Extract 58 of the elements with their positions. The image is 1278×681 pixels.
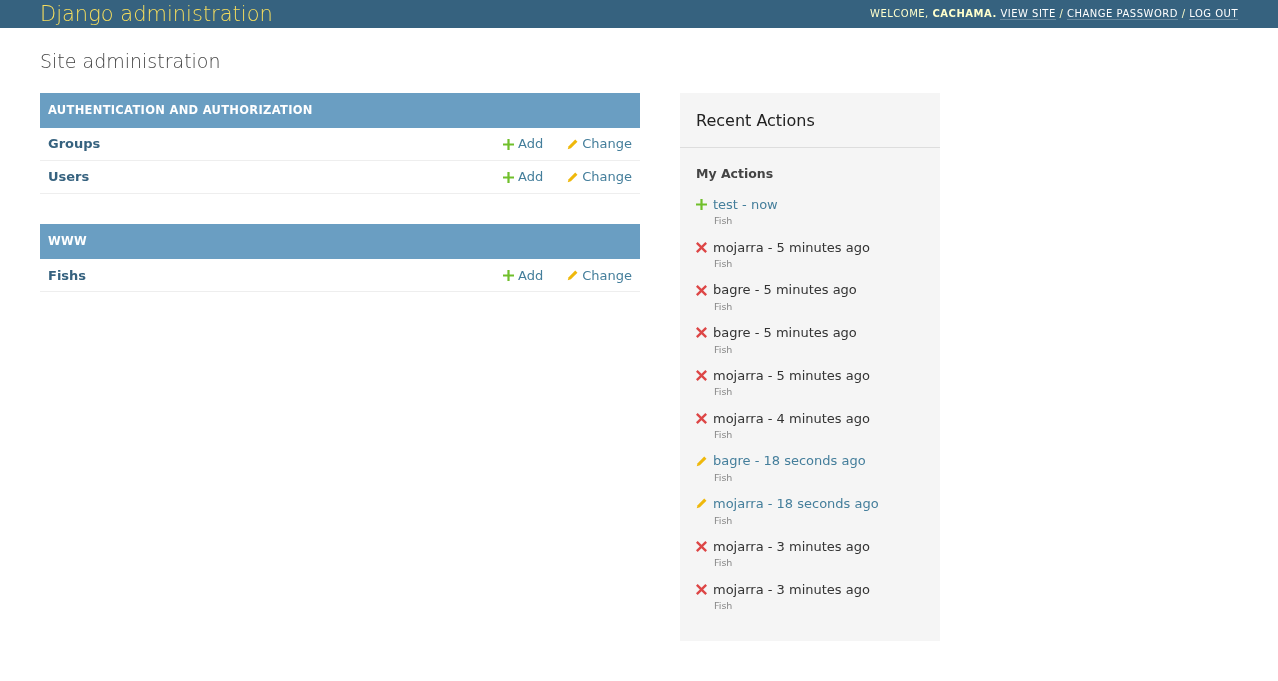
action-text: bagre - 5 minutes ago — [713, 281, 857, 300]
delete-icon — [696, 413, 707, 424]
add-link[interactable]: Add — [503, 265, 544, 286]
content-type: Fish — [714, 342, 734, 357]
app-caption[interactable]: WWW — [40, 224, 640, 260]
app-caption[interactable]: AUTHENTICATION AND AUTHORIZATION — [40, 92, 640, 129]
action-text: mojarra - 3 minutes ago — [713, 538, 870, 556]
plus-icon — [503, 269, 515, 281]
content-type: Fish — [714, 513, 734, 528]
pencil-icon — [696, 498, 707, 510]
plus-icon — [503, 171, 515, 183]
welcome-text: WELCOME, — [870, 8, 930, 19]
delete-icon — [696, 327, 707, 339]
pencil-icon — [696, 455, 707, 467]
plus-icon — [696, 199, 707, 211]
action-text: mojarra - 5 minutes ago — [713, 367, 870, 385]
action-text: mojarra - 4 minutes ago — [713, 409, 870, 428]
delete-icon — [696, 584, 707, 595]
site-title[interactable]: Django administration — [40, 3, 273, 25]
section-heading: My Actions — [696, 166, 775, 181]
content-type: Fish — [714, 214, 734, 229]
pencil-icon — [567, 138, 579, 150]
add-link[interactable]: Add — [503, 134, 544, 154]
header-link[interactable]: CHANGE PASSWORD — [1067, 8, 1178, 20]
separator: / — [1059, 8, 1064, 19]
action-text: mojarra - 5 minutes ago — [713, 238, 870, 257]
separator: / — [1181, 8, 1186, 19]
header-link[interactable]: VIEW SITE — [1000, 8, 1056, 20]
action-link[interactable]: test - now — [713, 195, 778, 215]
content-type: Fish — [714, 471, 734, 485]
panel-title: Recent Actions — [680, 92, 940, 148]
content-type: Fish — [714, 300, 734, 314]
plus-icon — [503, 138, 515, 150]
content-type: Fish — [714, 556, 734, 571]
add-link[interactable]: Add — [503, 167, 544, 187]
delete-icon — [696, 541, 707, 553]
content-type: Fish — [714, 599, 734, 614]
action-text: mojarra - 3 minutes ago — [713, 580, 870, 599]
action-link[interactable]: bagre - 18 seconds ago — [713, 451, 866, 471]
username: CACHAMA. — [932, 8, 997, 19]
model-link[interactable]: Fishs — [48, 265, 87, 286]
action-text: bagre - 5 minutes ago — [713, 324, 857, 343]
content-type: Fish — [714, 257, 734, 272]
delete-icon — [696, 242, 707, 253]
delete-icon — [696, 284, 707, 296]
change-link[interactable]: Change — [567, 134, 632, 154]
header-link[interactable]: LOG OUT — [1189, 8, 1238, 20]
action-link[interactable]: mojarra - 18 seconds ago — [713, 494, 879, 514]
change-link[interactable]: Change — [567, 265, 632, 286]
content-type: Fish — [714, 385, 734, 400]
page-title: Site administration — [40, 50, 222, 73]
pencil-icon — [567, 269, 579, 281]
model-link[interactable]: Groups — [48, 134, 101, 154]
model-link[interactable]: Users — [48, 167, 90, 187]
change-link[interactable]: Change — [567, 167, 632, 187]
pencil-icon — [567, 171, 579, 183]
delete-icon — [696, 370, 707, 382]
content-type: Fish — [714, 428, 734, 443]
